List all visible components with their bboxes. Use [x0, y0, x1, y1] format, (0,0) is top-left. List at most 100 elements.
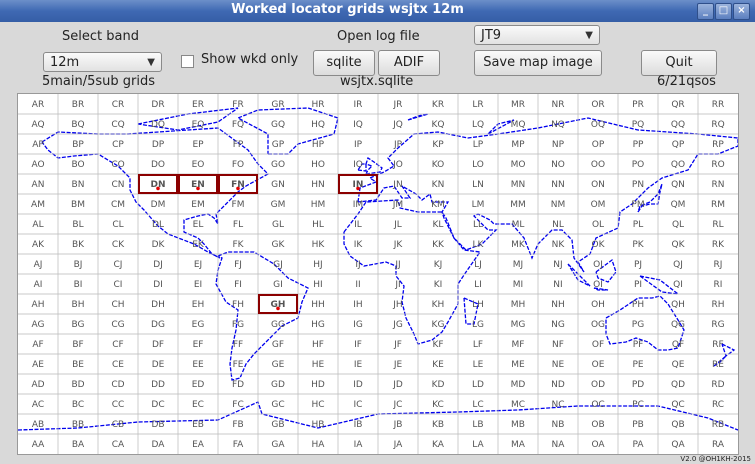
chevron-down-icon: ▼	[585, 30, 593, 41]
grid-label-op: OP	[592, 140, 605, 150]
grid-label-oc: OC	[591, 400, 604, 410]
grid-label-ra: RA	[712, 440, 725, 450]
grid-label-cp: CP	[112, 140, 124, 150]
maximize-button[interactable]: □	[715, 3, 732, 20]
grid-label-km: KM	[431, 200, 445, 210]
grid-label-la: LA	[472, 440, 484, 450]
grid-label-ia: IA	[354, 440, 364, 450]
quit-button[interactable]: Quit	[641, 50, 717, 76]
grid-label-ko: KO	[432, 160, 445, 170]
grid-label-fo: FO	[232, 160, 244, 170]
grid-label-jm: JM	[392, 200, 403, 210]
grid-label-br: BR	[72, 100, 84, 110]
grid-label-ge: GE	[272, 360, 285, 370]
grid-label-rl: RL	[712, 220, 723, 230]
grid-label-ea: EA	[192, 440, 205, 450]
grid-label-qk: QK	[672, 240, 686, 250]
grid-label-om: OM	[591, 200, 606, 210]
grid-label-np: NP	[552, 140, 565, 150]
grid-label-oi: OI	[593, 280, 603, 290]
grid-label-dh: DH	[151, 300, 165, 310]
grid-label-ph: PH	[632, 300, 644, 310]
grid-label-id: ID	[353, 380, 363, 390]
map-canvas[interactable]: AR BR CR DR ER FR GR HR IR JR KR LR MR NR OR PR QR RR AQ BQ…	[18, 94, 738, 454]
grid-label-ga: GA	[271, 440, 285, 450]
log-file-name: wsjtx.sqlite	[340, 74, 414, 89]
grid-label-gg: GG	[271, 320, 285, 330]
grid-label-en: EN	[191, 180, 205, 190]
grid-label-ll: LL	[473, 220, 483, 230]
grid-label-pr: PR	[632, 100, 644, 110]
grid-label-ib: IB	[354, 420, 363, 430]
grid-label-ma: MA	[511, 440, 526, 450]
grid-label-ck: CK	[112, 240, 125, 250]
grid-label-ca: CA	[112, 440, 125, 450]
mode-select[interactable]: JT9 ▼	[474, 25, 600, 45]
grid-label-nq: NQ	[551, 120, 565, 130]
grid-label-fc: FC	[232, 400, 243, 410]
grid-label-qa: QA	[671, 440, 685, 450]
grid-label-cj: CJ	[114, 260, 123, 270]
grid-label-dp: DP	[152, 140, 165, 150]
grid-label-hj: HJ	[313, 260, 322, 270]
coastline-10	[567, 263, 591, 287]
grid-label-oa: OA	[591, 440, 605, 450]
grid-label-rc: RC	[712, 400, 724, 410]
grid-label-oe: OE	[592, 360, 605, 370]
save-map-button[interactable]: Save map image	[474, 50, 602, 76]
grid-label-nj: NJ	[553, 260, 562, 270]
grid-label-oh: OH	[591, 300, 605, 310]
grid-label-lf: LF	[473, 340, 483, 350]
grid-label-bl: BL	[72, 220, 83, 230]
grid-label-ce: CE	[112, 360, 124, 370]
grid-label-cm: CM	[111, 200, 125, 210]
grid-label-bc: BC	[72, 400, 84, 410]
grid-label-jl: JL	[393, 220, 402, 230]
grid-label-pi: PI	[634, 280, 642, 290]
grid-label-ii: II	[355, 280, 360, 290]
grid-label-pk: PK	[632, 240, 644, 250]
grid-label-gd: GD	[271, 380, 285, 390]
grid-label-rm: RM	[711, 200, 725, 210]
grid-label-qp: QP	[672, 140, 685, 150]
grid-label-qg: QG	[671, 320, 685, 330]
grid-label-hc: HC	[311, 400, 324, 410]
grid-label-qc: QC	[671, 400, 684, 410]
grid-label-jc: JC	[393, 400, 403, 410]
version-label: V2.0 @OH1KH-2015	[680, 455, 751, 463]
minimize-button[interactable]: _	[697, 3, 714, 20]
grid-label-ld: LD	[472, 380, 484, 390]
close-button[interactable]: ×	[733, 3, 750, 20]
grid-label-df: DF	[152, 340, 164, 350]
grid-label-ff: FF	[233, 340, 243, 350]
coastline-4	[343, 199, 482, 345]
grid-label-jh: JH	[392, 300, 402, 310]
chevron-down-icon: ▼	[147, 57, 155, 68]
grid-label-rf: RF	[712, 340, 723, 350]
coastline-6	[365, 156, 383, 175]
grid-label-eb: EB	[192, 420, 204, 430]
window-title: Worked locator grids wsjtx 12m	[231, 2, 464, 17]
grid-label-kf: KF	[432, 340, 443, 350]
grid-label-le: LE	[473, 360, 484, 370]
title-bar[interactable]: Worked locator grids wsjtx 12m _ □ ×	[0, 0, 755, 22]
grid-label-al: AL	[32, 220, 43, 230]
grid-label-lb: LB	[472, 420, 483, 430]
sqlite-button[interactable]: sqlite	[313, 50, 375, 76]
grid-label-lh: LH	[472, 300, 484, 310]
locator-map[interactable]: AR BR CR DR ER FR GR HR IR JR KR LR MR NR OR PR QR RR AQ BQ…	[17, 93, 739, 455]
mode-select-value: JT9	[481, 28, 502, 43]
grid-label-ro: RO	[711, 160, 724, 170]
adif-button[interactable]: ADIF	[378, 50, 440, 76]
show-wkd-checkbox[interactable]	[181, 55, 194, 68]
grid-label-ha: HA	[312, 440, 326, 450]
band-select[interactable]: 12m ▼	[43, 52, 162, 72]
grid-label-ij: IJ	[355, 260, 360, 270]
grid-label-kq: KQ	[432, 120, 445, 130]
grid-label-jg: JG	[392, 320, 403, 330]
grid-label-ob: OB	[591, 420, 604, 430]
grid-label-kr: KR	[432, 100, 444, 110]
grid-label-fn: FN	[231, 180, 245, 190]
grid-label-af: AF	[32, 340, 43, 350]
grid-label-ap: AP	[32, 140, 44, 150]
